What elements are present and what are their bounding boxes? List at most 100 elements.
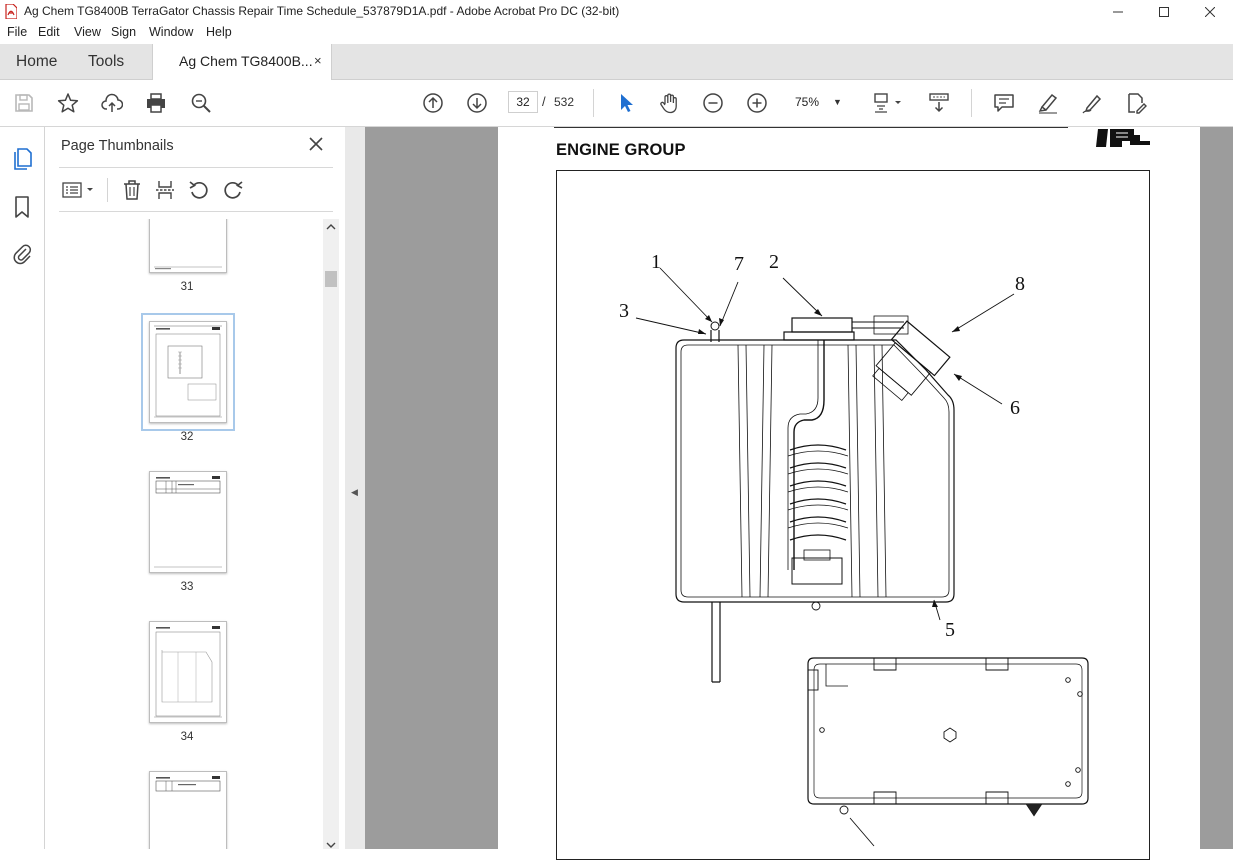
trash-icon <box>124 180 140 200</box>
zoom-level-dropdown[interactable]: 75% ▼ <box>787 91 851 113</box>
insert-page-button[interactable] <box>152 177 178 203</box>
close-window-button[interactable] <box>1187 0 1233 24</box>
maximize-icon <box>1159 7 1169 17</box>
page-thumbnails-toggle[interactable] <box>10 147 34 171</box>
scroll-mode-button[interactable] <box>926 90 952 116</box>
menu-sign[interactable]: Sign <box>111 25 136 39</box>
star-icon <box>57 93 79 113</box>
thumbnail-preview <box>154 476 222 568</box>
navigation-rail <box>0 127 45 849</box>
thumbnail-options-button[interactable] <box>59 177 99 203</box>
collapse-panel-handle[interactable]: ◀ <box>345 127 365 849</box>
menu-window[interactable]: Window <box>149 25 193 39</box>
thumbnail-page[interactable] <box>149 621 227 723</box>
chevron-left-icon: ◀ <box>351 487 358 497</box>
pdf-page: ENGINE GROUP 1 7 2 8 3 6 5 <box>498 127 1200 860</box>
panel-title: Page Thumbnails <box>61 138 174 154</box>
bookmarks-toggle[interactable] <box>10 195 34 219</box>
upload-cloud-button[interactable] <box>99 90 125 116</box>
menu-file[interactable]: File <box>7 25 27 39</box>
pages-icon <box>14 148 32 170</box>
tab-document[interactable]: Ag Chem TG8400B... × <box>152 44 332 80</box>
acrobat-app-icon <box>5 4 17 19</box>
pen-sign-icon <box>1082 94 1102 114</box>
close-panel-button[interactable] <box>309 135 323 156</box>
plus-circle-icon <box>747 93 767 113</box>
delete-page-button[interactable] <box>119 177 145 203</box>
tank-assembly-drawing: 1 7 2 8 3 6 5 <box>619 251 1089 847</box>
page-separator: / <box>542 94 546 109</box>
panel-tool-divider <box>107 178 108 202</box>
page-thumbnails-panel: Page Thumbnails 31 32 33 34 <box>45 127 345 849</box>
menu-bar: File Edit View Sign Window Help <box>0 24 1233 44</box>
maximize-button[interactable] <box>1141 0 1187 24</box>
rotate-counterclockwise-button[interactable] <box>186 177 212 203</box>
page-number-input[interactable] <box>508 91 538 113</box>
sign-button[interactable] <box>1079 90 1105 116</box>
bookmark-star-button[interactable] <box>55 90 81 116</box>
document-viewer[interactable]: ◀ ENGINE GROUP 1 7 2 8 3 6 5 <box>345 127 1233 860</box>
menu-edit[interactable]: Edit <box>38 25 60 39</box>
rotate-clockwise-button[interactable] <box>220 177 246 203</box>
callout-number: 5 <box>945 619 955 641</box>
main-toolbar: / 532 75% ▼ <box>0 80 1233 127</box>
zoom-level-value: 75% <box>795 95 820 109</box>
callout-number: 8 <box>1015 273 1025 295</box>
thumbnail-page[interactable] <box>149 219 227 273</box>
close-icon <box>309 137 323 151</box>
thumbnail-preview <box>154 325 222 418</box>
cursor-arrow-icon <box>621 94 633 112</box>
callout-number: 2 <box>769 251 779 273</box>
fill-sign-button[interactable] <box>1123 90 1149 116</box>
thumbnail-page[interactable] <box>149 771 227 849</box>
zoom-in-button[interactable] <box>744 90 770 116</box>
minimize-button[interactable] <box>1095 0 1141 24</box>
highlight-button[interactable] <box>1035 90 1061 116</box>
print-button[interactable] <box>143 90 169 116</box>
page-total: 532 <box>554 95 575 109</box>
minus-circle-icon <box>703 93 723 113</box>
menu-help[interactable]: Help <box>206 25 232 39</box>
options-list-icon <box>62 182 93 198</box>
scroll-down-icon <box>929 93 949 113</box>
previous-page-button[interactable] <box>420 90 446 116</box>
zoom-search-icon <box>191 93 211 113</box>
tab-close-button[interactable]: × <box>314 53 322 68</box>
comment-button[interactable] <box>991 90 1017 116</box>
page-header-rule <box>554 127 1068 128</box>
thumbnail-label: 34 <box>180 731 194 743</box>
thumbnail-page-selected[interactable] <box>141 313 235 431</box>
find-button[interactable] <box>188 90 214 116</box>
thumbnail-scrollbar[interactable] <box>323 219 339 849</box>
thumbnail-page[interactable] <box>149 471 227 573</box>
arrow-down-circle-icon <box>467 93 487 113</box>
scrollbar-thumb[interactable] <box>325 271 337 287</box>
tab-document-label: Ag Chem TG8400B... <box>179 53 313 69</box>
hand-tool-button[interactable] <box>656 90 682 116</box>
chevron-down-icon: ▼ <box>833 97 842 107</box>
title-bar: Ag Chem TG8400B TerraGator Chassis Repai… <box>0 0 1233 25</box>
document-edit-icon <box>1128 93 1147 114</box>
thumbnail-preview <box>155 776 221 792</box>
zoom-out-button[interactable] <box>700 90 726 116</box>
minimize-icon <box>1113 11 1123 13</box>
scroll-up-icon <box>326 224 336 230</box>
select-tool-button[interactable] <box>613 90 639 116</box>
brand-logo <box>1096 129 1150 147</box>
toolbar-divider <box>593 89 594 117</box>
thumbnail-label: 32 <box>180 431 194 443</box>
save-button[interactable] <box>11 90 37 116</box>
attachments-toggle[interactable] <box>10 241 34 265</box>
tab-tools[interactable]: Tools <box>88 44 124 79</box>
next-page-button[interactable] <box>464 90 490 116</box>
callout-number: 1 <box>651 251 661 273</box>
thumbnail-label: 33 <box>180 581 194 593</box>
arrow-up-circle-icon <box>423 93 443 113</box>
paperclip-icon <box>13 244 32 265</box>
tab-home[interactable]: Home <box>16 44 57 79</box>
page-display-button[interactable] <box>870 90 906 116</box>
bookmark-icon <box>15 196 29 218</box>
thumbnail-preview <box>154 626 222 718</box>
menu-view[interactable]: View <box>74 25 101 39</box>
rotate-right-icon <box>224 181 243 199</box>
